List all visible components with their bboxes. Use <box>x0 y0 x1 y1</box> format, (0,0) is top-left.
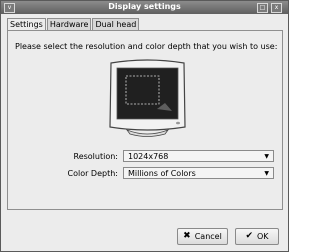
close-icon: x <box>274 4 279 11</box>
cancel-label: Cancel <box>194 232 222 241</box>
resolution-label: Resolution: <box>73 152 119 161</box>
tab-dual-head[interactable]: Dual head <box>92 18 140 30</box>
dropdown-arrow-icon: ▼ <box>264 170 269 177</box>
tab-hardware[interactable]: Hardware <box>46 18 92 30</box>
resolution-value: 1024x768 <box>128 152 169 161</box>
title-bar[interactable]: v Display settings □ x <box>1 1 288 14</box>
instruction-text: Please select the resolution and color d… <box>15 42 278 51</box>
monitor-icon <box>109 59 186 137</box>
resolution-dropdown[interactable]: 1024x768 ▼ <box>123 150 274 162</box>
ok-label: OK <box>257 232 269 241</box>
ok-button[interactable]: ✔ OK <box>235 228 279 245</box>
color-depth-dropdown[interactable]: Millions of Colors ▼ <box>123 167 274 179</box>
color-depth-label: Color Depth: <box>67 169 119 178</box>
cancel-button[interactable]: ✖ Cancel <box>177 228 228 245</box>
close-button[interactable]: x <box>271 3 282 13</box>
tab-bar: Settings Hardware Dual head <box>7 18 140 31</box>
dropdown-arrow-icon: ▼ <box>264 153 269 160</box>
maximize-icon: □ <box>259 4 266 11</box>
settings-panel: Please select the resolution and color d… <box>7 30 283 210</box>
ok-icon: ✔ <box>245 231 253 241</box>
display-settings-window: v Display settings □ x Settings Hardware… <box>0 0 289 252</box>
window-title: Display settings <box>108 2 181 11</box>
maximize-button[interactable]: □ <box>257 3 268 13</box>
color-depth-value: Millions of Colors <box>128 169 196 178</box>
cancel-icon: ✖ <box>183 231 191 241</box>
